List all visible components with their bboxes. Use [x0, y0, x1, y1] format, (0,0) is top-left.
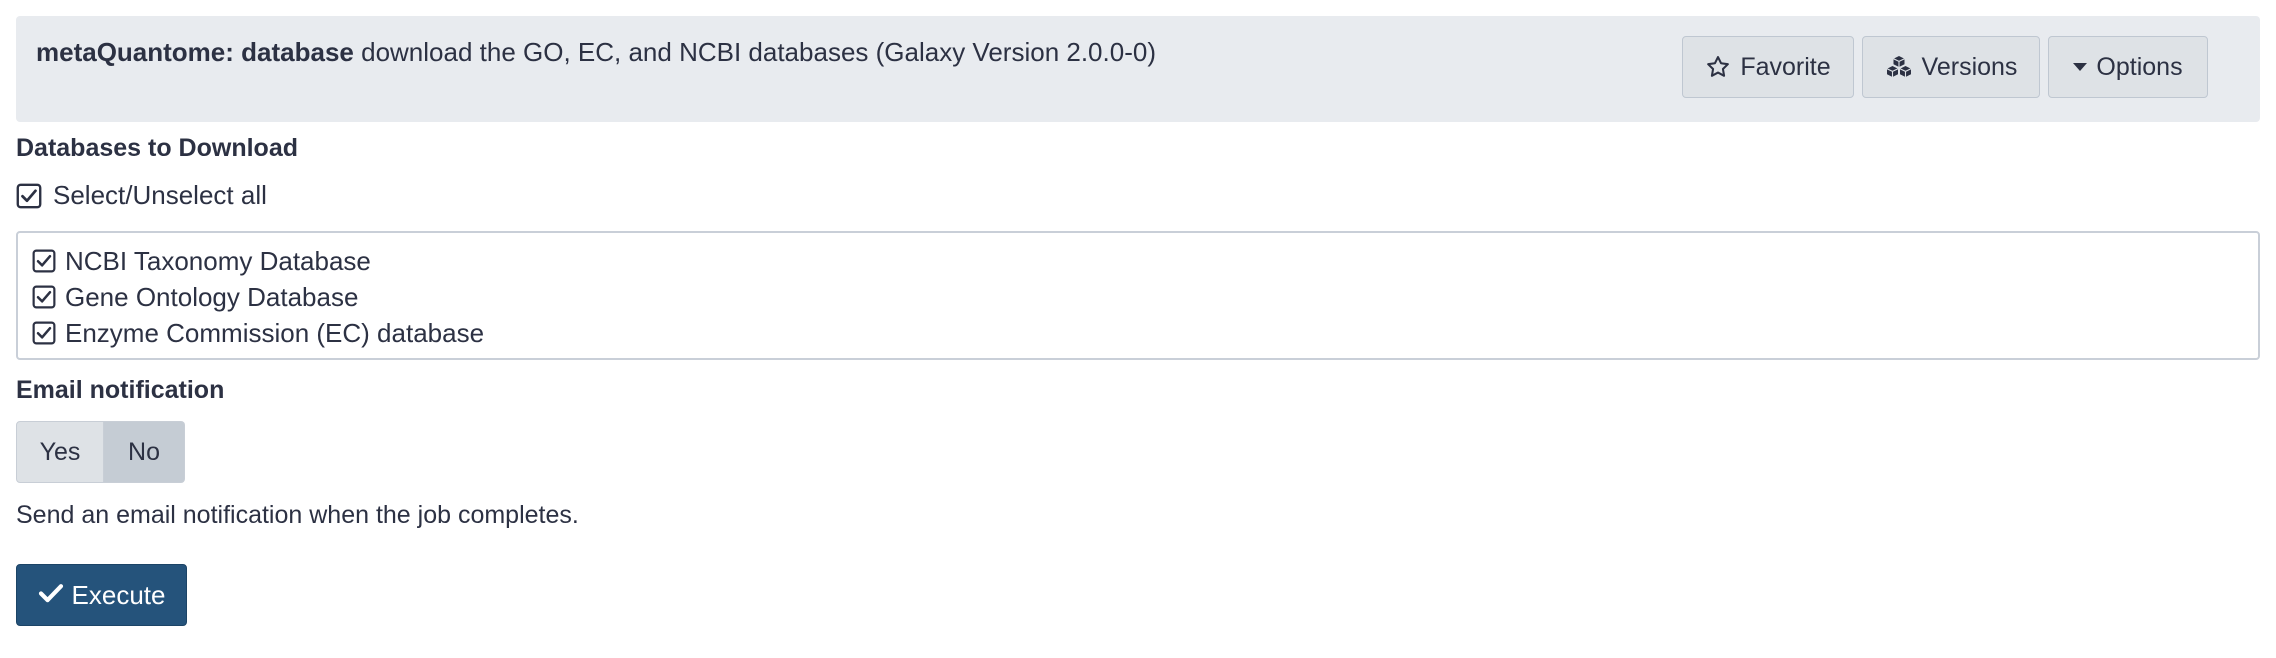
checkbox-checked-icon — [32, 321, 56, 345]
database-option-label: NCBI Taxonomy Database — [65, 245, 371, 276]
versions-button[interactable]: Versions — [1862, 36, 2040, 98]
tool-title: metaQuantome: database download the GO, … — [36, 37, 1156, 67]
databases-checklist: NCBI Taxonomy Database Gene Ontology Dat… — [16, 231, 2260, 360]
tool-description: download the GO, EC, and NCBI databases … — [361, 37, 1156, 67]
email-notification-toggle: Yes No — [16, 421, 185, 483]
database-option-label: Gene Ontology Database — [65, 281, 359, 312]
checkbox-checked-icon — [16, 183, 42, 209]
checkbox-checked-icon — [32, 249, 56, 273]
email-no-button[interactable]: No — [104, 421, 185, 483]
database-option-label: Enzyme Commission (EC) database — [65, 317, 485, 348]
options-label: Options — [2096, 52, 2183, 81]
database-option-ncbi[interactable]: NCBI Taxonomy Database — [18, 243, 2258, 279]
execute-label: Execute — [71, 579, 166, 610]
tool-form: metaQuantome: database download the GO, … — [0, 0, 2276, 658]
check-icon — [38, 580, 64, 611]
caret-down-icon — [2073, 62, 2088, 72]
database-option-ec[interactable]: Enzyme Commission (EC) database — [18, 315, 2258, 351]
versions-label: Versions — [1921, 52, 2018, 81]
databases-label: Databases to Download — [16, 134, 298, 162]
favorite-button[interactable]: Favorite — [1682, 36, 1854, 98]
select-all-toggle[interactable]: Select/Unselect all — [16, 180, 267, 211]
star-outline-icon — [1705, 54, 1731, 80]
tool-name: metaQuantome: database — [36, 37, 354, 67]
favorite-label: Favorite — [1740, 52, 1831, 81]
options-button[interactable]: Options — [2048, 36, 2208, 98]
email-help-text: Send an email notification when the job … — [16, 501, 579, 529]
email-notification-label: Email notification — [16, 376, 225, 404]
cubes-icon — [1885, 55, 1913, 79]
execute-button[interactable]: Execute — [16, 564, 187, 626]
checkbox-checked-icon — [32, 285, 56, 309]
database-option-go[interactable]: Gene Ontology Database — [18, 279, 2258, 315]
select-all-label: Select/Unselect all — [53, 180, 267, 210]
email-yes-button[interactable]: Yes — [16, 421, 104, 483]
